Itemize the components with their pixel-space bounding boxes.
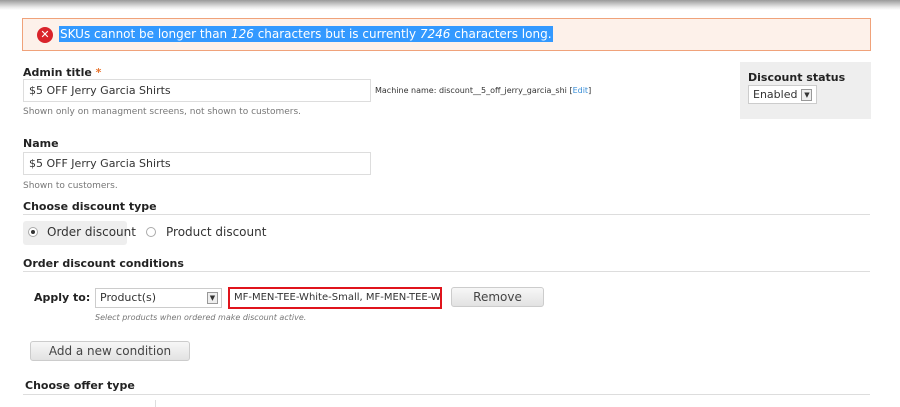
admin-title-input[interactable]: $5 OFF Jerry Garcia Shirts bbox=[23, 79, 371, 102]
bracket: ] bbox=[588, 86, 592, 95]
error-text-1: SKUs cannot be longer than bbox=[60, 27, 231, 41]
top-bar bbox=[0, 0, 900, 10]
name-label: Name bbox=[23, 137, 59, 150]
conditions-heading: Order discount conditions bbox=[23, 257, 184, 270]
error-current: 7246 bbox=[419, 27, 451, 41]
divider bbox=[23, 214, 870, 215]
divider bbox=[155, 400, 156, 407]
apply-to-value: Product(s) bbox=[100, 291, 157, 304]
discount-status-select[interactable]: Enabled ▼ bbox=[748, 85, 818, 104]
divider bbox=[23, 394, 870, 395]
chevron-down-icon: ▼ bbox=[801, 89, 813, 101]
radio-product-discount[interactable] bbox=[146, 227, 156, 237]
offer-type-heading: Choose offer type bbox=[25, 379, 135, 392]
remove-button[interactable]: Remove bbox=[451, 287, 544, 307]
discount-status-label: Discount status bbox=[748, 71, 846, 84]
machine-name-edit-link[interactable]: Edit bbox=[573, 86, 589, 95]
discount-status-panel: Discount status Enabled ▼ bbox=[740, 62, 871, 119]
admin-title-label-text: Admin title bbox=[23, 66, 92, 79]
chevron-down-icon: ▼ bbox=[207, 292, 218, 304]
error-text-2: characters but is currently bbox=[253, 27, 420, 41]
name-input[interactable]: $5 OFF Jerry Garcia Shirts bbox=[23, 152, 371, 175]
machine-name-text: Machine name: discount__5_off_jerry_garc… bbox=[375, 86, 567, 95]
error-max: 126 bbox=[230, 27, 254, 41]
error-text-3: characters long. bbox=[450, 27, 552, 41]
apply-to-help: Select products when ordered make discou… bbox=[95, 313, 307, 322]
error-text: SKUs cannot be longer than 126 character… bbox=[59, 26, 553, 42]
discount-status-value: Enabled bbox=[753, 88, 798, 101]
machine-name: Machine name: discount__5_off_jerry_garc… bbox=[375, 86, 591, 95]
error-icon: ✕ bbox=[37, 27, 53, 43]
apply-to-label: Apply to: bbox=[34, 291, 91, 304]
sku-input[interactable]: MF-MEN-TEE-White-Small, MF-MEN-TEE-White bbox=[228, 287, 442, 309]
add-condition-button[interactable]: Add a new condition bbox=[30, 341, 190, 361]
admin-title-label: Admin title * bbox=[23, 66, 101, 79]
apply-to-select[interactable]: Product(s) ▼ bbox=[95, 288, 222, 308]
radio-order-discount-label[interactable]: Order discount bbox=[47, 225, 136, 239]
radio-order-discount[interactable] bbox=[28, 227, 38, 237]
radio-product-discount-label[interactable]: Product discount bbox=[166, 225, 266, 239]
admin-title-help: Shown only on managment screens, not sho… bbox=[23, 107, 302, 117]
divider bbox=[23, 271, 870, 272]
discount-type-heading: Choose discount type bbox=[23, 200, 157, 213]
name-help: Shown to customers. bbox=[23, 181, 118, 191]
required-marker: * bbox=[95, 66, 102, 79]
error-message: ✕ SKUs cannot be longer than 126 charact… bbox=[22, 18, 871, 51]
